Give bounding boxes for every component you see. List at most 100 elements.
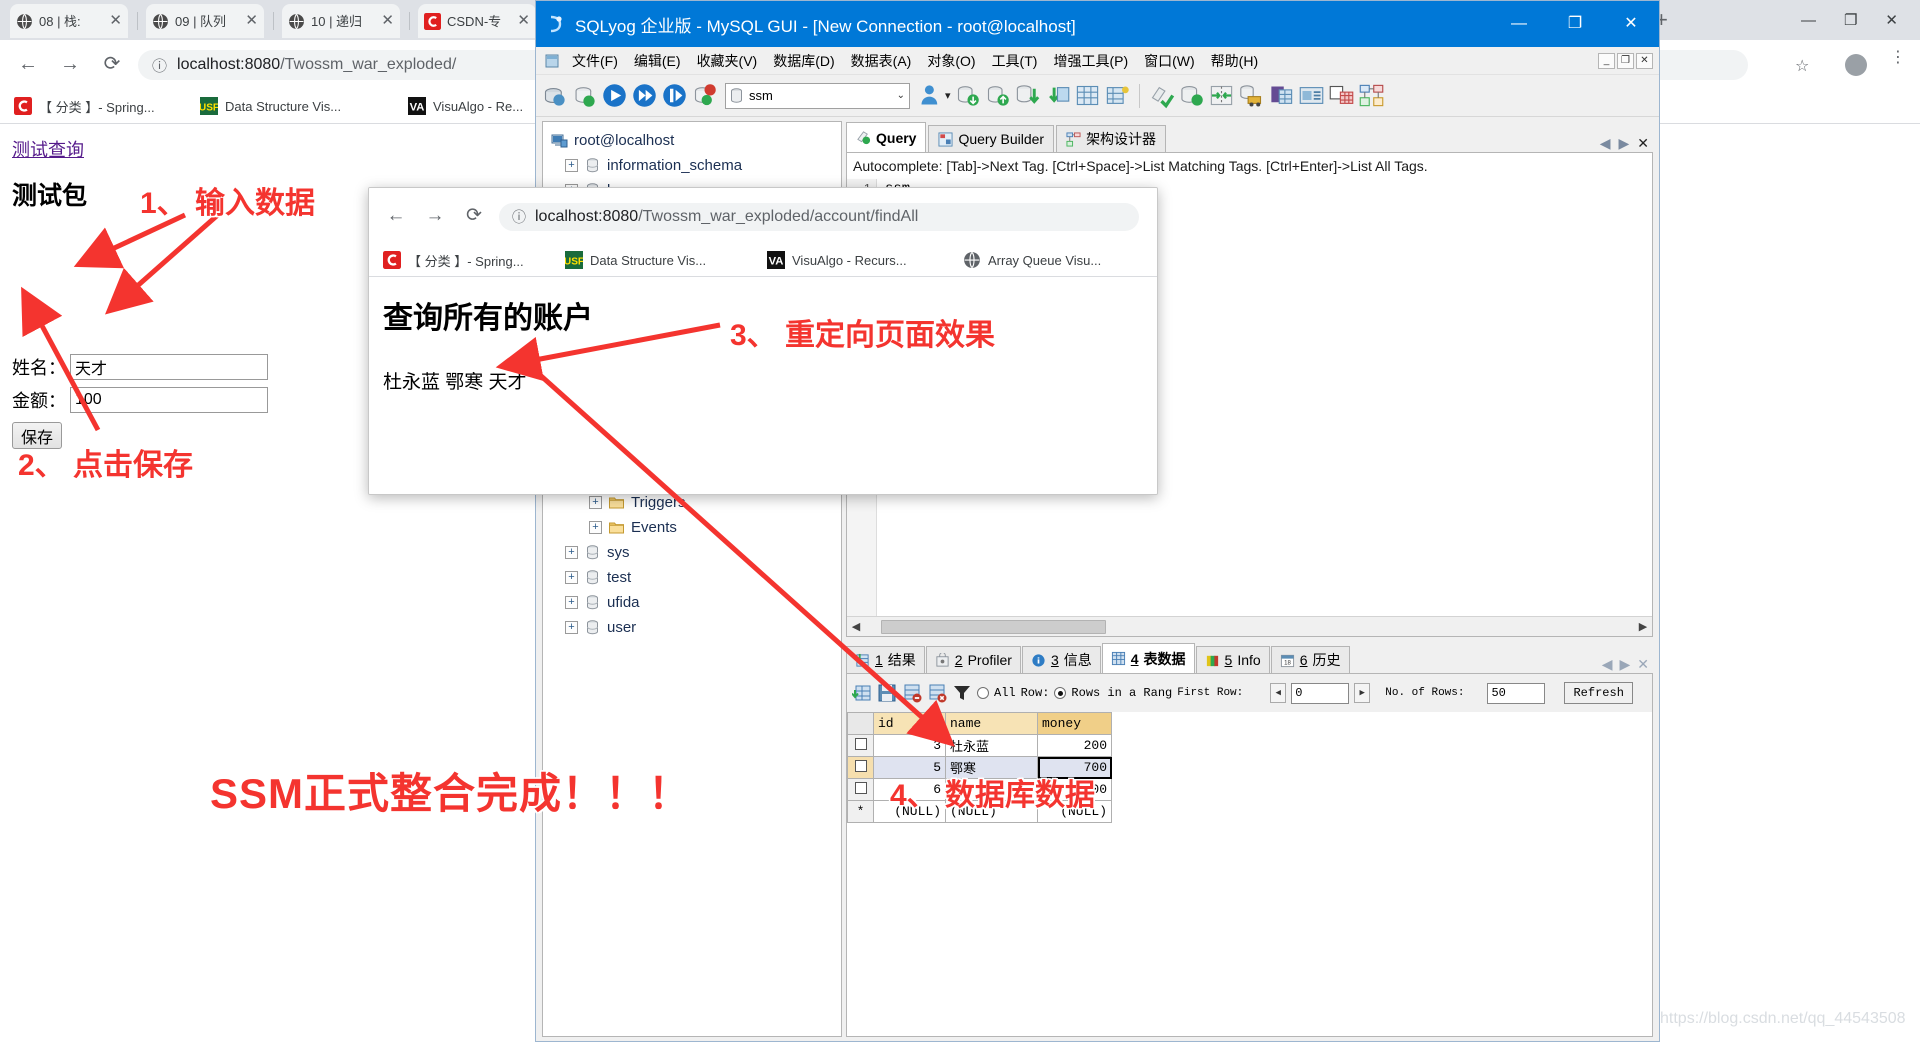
- first-row-input[interactable]: [1291, 682, 1350, 704]
- tab-scroll-left-icon[interactable]: ◀: [1602, 656, 1613, 673]
- notification-services-icon[interactable]: [1268, 82, 1295, 109]
- expand-icon[interactable]: +: [589, 496, 602, 509]
- bookmark-item-1[interactable]: 【 分类 】- Spring...: [14, 95, 155, 117]
- popup-bookmark-3[interactable]: VA VisuAlgo - Recurs...: [767, 249, 907, 271]
- all-rows-radio[interactable]: [977, 687, 989, 699]
- schema-designer-toolbar-icon[interactable]: [1358, 82, 1385, 109]
- execute-current-icon[interactable]: [661, 82, 688, 109]
- close-icon[interactable]: ✕: [517, 13, 530, 28]
- menu-tools[interactable]: 工具(T): [985, 48, 1045, 74]
- scrollbar-thumb[interactable]: [881, 619, 1106, 634]
- maximize-button[interactable]: ❐: [1844, 13, 1857, 28]
- scroll-right-icon[interactable]: ▶: [1634, 620, 1652, 633]
- refresh-connection-icon[interactable]: [571, 82, 598, 109]
- column-header-money[interactable]: money: [1037, 712, 1112, 735]
- menu-table[interactable]: 数据表(A): [844, 48, 919, 74]
- menu-database[interactable]: 数据库(D): [766, 48, 841, 74]
- menu-favorites[interactable]: 收藏夹(V): [690, 48, 765, 74]
- checkbox-icon[interactable]: [854, 759, 867, 772]
- insert-row-icon[interactable]: [852, 683, 872, 703]
- close-icon[interactable]: ✕: [109, 13, 122, 28]
- close-result-tab-icon[interactable]: ✕: [1637, 656, 1649, 673]
- popup-address-bar[interactable]: ⓘ localhost:8080/Twossm_war_exploded/acc…: [499, 203, 1139, 231]
- close-window-button[interactable]: ✕: [1885, 13, 1898, 28]
- validate-sql-icon[interactable]: [1148, 82, 1175, 109]
- tab-schema-designer[interactable]: 架构设计器: [1056, 125, 1167, 152]
- tree-item-test[interactable]: + test: [549, 565, 841, 590]
- discard-changes-icon[interactable]: [927, 683, 947, 703]
- menu-edit[interactable]: 编辑(E): [627, 48, 688, 74]
- backup-database-icon[interactable]: [954, 82, 981, 109]
- maximize-button[interactable]: ❐: [1547, 1, 1603, 47]
- sync-database-icon[interactable]: [1178, 82, 1205, 109]
- checkbox-icon[interactable]: [854, 781, 867, 794]
- rows-in-range-radio[interactable]: [1054, 687, 1067, 699]
- scroll-left-icon[interactable]: ◀: [847, 620, 865, 633]
- user-dropdown-caret-icon[interactable]: ▾: [945, 89, 951, 102]
- tree-item-information-schema[interactable]: + information_schema: [549, 153, 841, 178]
- compare-data-icon[interactable]: [1208, 82, 1235, 109]
- tab-scroll-left-icon[interactable]: ◀: [1600, 135, 1611, 152]
- bookmark-item-3[interactable]: VA VisuAlgo - Re...: [408, 95, 523, 117]
- tab-profiler[interactable]: 2 Profiler: [925, 646, 1021, 673]
- user-manager-icon[interactable]: [917, 82, 944, 109]
- tree-item-sys[interactable]: + sys: [549, 540, 841, 565]
- menu-powertools[interactable]: 增强工具(P): [1046, 48, 1135, 74]
- close-window-button[interactable]: ✕: [1603, 1, 1659, 47]
- mdi-close-button[interactable]: ✕: [1636, 52, 1653, 69]
- popup-bookmark-2[interactable]: USF Data Structure Vis...: [565, 249, 706, 271]
- site-info-icon[interactable]: ⓘ: [512, 207, 526, 227]
- table-diagnostics-icon[interactable]: [1074, 82, 1101, 109]
- minimize-button[interactable]: —: [1491, 1, 1547, 47]
- name-input[interactable]: [70, 354, 268, 380]
- forward-button[interactable]: →: [422, 203, 448, 229]
- expand-icon[interactable]: +: [565, 621, 578, 634]
- export-data-icon[interactable]: [1044, 82, 1071, 109]
- menu-window[interactable]: 窗口(W): [1137, 48, 1202, 74]
- site-info-icon[interactable]: ⓘ: [152, 55, 167, 76]
- tab-info[interactable]: 5 Info: [1195, 646, 1270, 673]
- menu-help[interactable]: 帮助(H): [1204, 48, 1265, 74]
- menu-file[interactable]: 文件(F): [565, 48, 625, 74]
- data-grid-area[interactable]: id name money 3 杜永蓝 200 5 鄂寒 700 6 天才 10…: [846, 712, 1653, 1037]
- expand-icon[interactable]: +: [565, 159, 578, 172]
- tab-query[interactable]: Query: [846, 122, 927, 152]
- stop-query-icon[interactable]: [691, 82, 718, 109]
- tab-table-data[interactable]: 4 表数据: [1101, 643, 1195, 673]
- reload-button[interactable]: ⟳: [461, 203, 487, 229]
- tab-result[interactable]: 1 结果: [846, 646, 925, 673]
- query-formatter-icon[interactable]: [1298, 82, 1325, 109]
- back-button[interactable]: ←: [383, 203, 409, 229]
- checkbox-icon[interactable]: [854, 737, 867, 750]
- editor-horizontal-scrollbar[interactable]: ◀ ▶: [847, 616, 1652, 636]
- tab-messages[interactable]: 3 信息: [1021, 646, 1101, 673]
- chevron-down-icon[interactable]: ⌄: [897, 90, 905, 101]
- execute-all-icon[interactable]: [631, 82, 658, 109]
- tree-item-user[interactable]: + user: [549, 615, 841, 640]
- browser-tab-2[interactable]: 09 | 队列 ✕: [146, 4, 264, 38]
- test-query-link[interactable]: 测试查询: [12, 136, 84, 162]
- menu-object[interactable]: 对象(O): [920, 48, 982, 74]
- forward-button[interactable]: →: [56, 50, 84, 78]
- delete-row-icon[interactable]: [902, 683, 922, 703]
- tree-item-ufida[interactable]: + ufida: [549, 590, 841, 615]
- close-icon[interactable]: ✕: [381, 13, 394, 28]
- mdi-restore-button[interactable]: ❐: [1617, 52, 1634, 69]
- refresh-button[interactable]: Refresh: [1564, 682, 1633, 704]
- column-header-id[interactable]: id: [873, 712, 946, 735]
- new-connection-icon[interactable]: [541, 82, 568, 109]
- popup-bookmark-4[interactable]: Array Queue Visu...: [963, 249, 1101, 271]
- close-icon[interactable]: ✕: [245, 13, 258, 28]
- tab-scroll-right-icon[interactable]: ▶: [1619, 656, 1630, 673]
- filter-icon[interactable]: [952, 683, 972, 703]
- expand-icon[interactable]: +: [589, 521, 602, 534]
- expand-icon[interactable]: +: [565, 571, 578, 584]
- column-header-name[interactable]: name: [945, 712, 1038, 735]
- cell-name[interactable]: 杜永蓝: [945, 734, 1038, 757]
- tab-history[interactable]: 18 6 历史: [1270, 646, 1350, 673]
- database-select[interactable]: ssm ⌄: [725, 82, 910, 109]
- cell-money[interactable]: 200: [1037, 734, 1112, 757]
- previous-page-icon[interactable]: ◀: [1270, 683, 1287, 703]
- tree-item-events[interactable]: + Events: [549, 515, 841, 540]
- avatar[interactable]: [1845, 54, 1867, 76]
